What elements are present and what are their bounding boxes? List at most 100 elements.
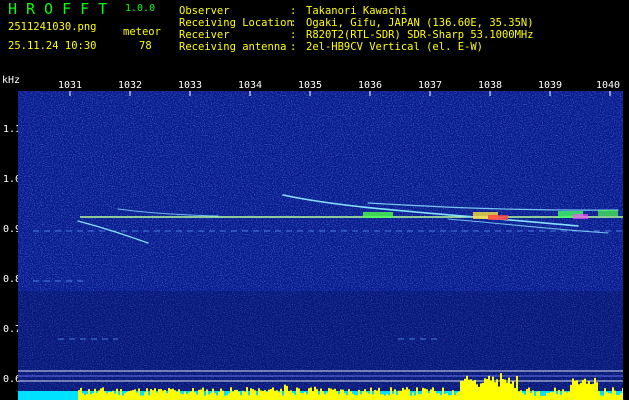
activity-bar <box>436 393 438 400</box>
x-tick-label: 1040 <box>596 80 621 91</box>
x-tick-label: 1038 <box>478 80 503 91</box>
activity-bar <box>86 393 88 400</box>
activity-bar <box>450 395 452 400</box>
x-tick-label: 1039 <box>538 80 563 91</box>
activity-bar <box>482 382 484 400</box>
activity-bar <box>256 395 258 400</box>
activity-bar <box>384 395 386 400</box>
activity-bar <box>456 392 458 400</box>
activity-bar <box>326 392 328 400</box>
activity-bar <box>588 380 590 400</box>
activity-bar <box>288 391 290 400</box>
activity-bar <box>354 394 356 400</box>
activity-bar <box>330 388 332 400</box>
activity-bar <box>622 388 623 400</box>
x-tick-label: 1036 <box>358 80 383 91</box>
activity-bar <box>524 394 526 400</box>
activity-bar <box>112 390 114 400</box>
activity-bar <box>496 379 498 400</box>
activity-bar <box>534 395 536 400</box>
activity-bar <box>184 391 186 400</box>
activity-bar <box>594 377 596 400</box>
activity-bar <box>498 386 500 400</box>
activity-bar <box>342 389 344 400</box>
activity-bar <box>364 389 366 400</box>
activity-bar <box>164 389 166 400</box>
activity-bar <box>562 389 564 400</box>
activity-bar <box>438 393 440 400</box>
activity-bar <box>362 391 364 400</box>
activity-bar <box>198 389 200 400</box>
activity-bar <box>304 391 306 400</box>
activity-bar <box>434 390 436 400</box>
activity-bar <box>370 387 372 400</box>
activity-bar <box>486 378 488 400</box>
activity-bar <box>174 390 176 400</box>
activity-bar <box>228 393 230 400</box>
activity-bar <box>276 390 278 400</box>
activity-bar <box>472 381 474 400</box>
activity-bar <box>454 394 456 400</box>
activity-bar <box>476 384 478 400</box>
activity-bar <box>252 389 254 400</box>
activity-bar <box>262 390 264 400</box>
activity-bar <box>522 392 524 400</box>
info-value-receiver: R820T2(RTL-SDR) SDR-Sharp 53.1000MHz <box>306 29 534 41</box>
activity-bar <box>526 388 528 400</box>
activity-bar <box>166 393 168 400</box>
activity-bar <box>474 379 476 400</box>
activity-bar <box>488 375 490 400</box>
activity-bar <box>200 389 202 400</box>
activity-bar <box>568 391 570 400</box>
activity-bar <box>336 391 338 400</box>
activity-bar <box>530 393 532 400</box>
activity-bar <box>554 387 556 400</box>
activity-bar <box>572 378 574 400</box>
activity-bar <box>266 391 268 400</box>
meteor-label: meteor <box>123 26 161 38</box>
activity-bar <box>282 395 284 400</box>
activity-bar <box>422 387 424 400</box>
activity-bar <box>332 389 334 400</box>
activity-bar <box>280 388 282 400</box>
activity-bar <box>240 395 242 400</box>
activity-bar <box>604 388 606 400</box>
activity-bar <box>158 389 160 400</box>
activity-bar <box>492 376 494 400</box>
activity-bar <box>618 394 620 400</box>
activity-bar <box>300 393 302 400</box>
activity-bar <box>462 381 464 400</box>
activity-bar <box>620 393 622 400</box>
activity-bar <box>122 395 124 400</box>
activity-bar <box>210 392 212 400</box>
activity-bar <box>138 388 140 400</box>
activity-bar <box>192 388 194 400</box>
activity-bar <box>616 394 618 400</box>
activity-bar <box>458 391 460 400</box>
activity-bar <box>584 378 586 400</box>
activity-bar <box>124 393 126 400</box>
activity-bar <box>512 381 514 400</box>
activity-bar <box>254 390 256 400</box>
activity-bar <box>556 394 558 400</box>
activity-bar <box>424 388 426 400</box>
activity-bar <box>216 395 218 400</box>
activity-bar <box>148 395 150 400</box>
activity-bar <box>316 389 318 400</box>
activity-bar <box>84 395 86 400</box>
info-label-receiver: Receiver <box>179 29 230 41</box>
activity-bar <box>610 393 612 400</box>
activity-bar <box>102 387 104 400</box>
waterfall-plot[interactable] <box>18 91 623 400</box>
activity-bar <box>540 395 542 400</box>
activity-bar <box>368 393 370 400</box>
activity-bar <box>162 390 164 400</box>
activity-bar <box>224 395 226 400</box>
activity-bar <box>416 387 418 400</box>
activity-bar <box>494 382 496 400</box>
activity-bar <box>250 388 252 400</box>
activity-bar <box>234 389 236 400</box>
activity-bar <box>396 394 398 400</box>
activity-bar <box>444 393 446 400</box>
activity-bar <box>264 390 266 400</box>
